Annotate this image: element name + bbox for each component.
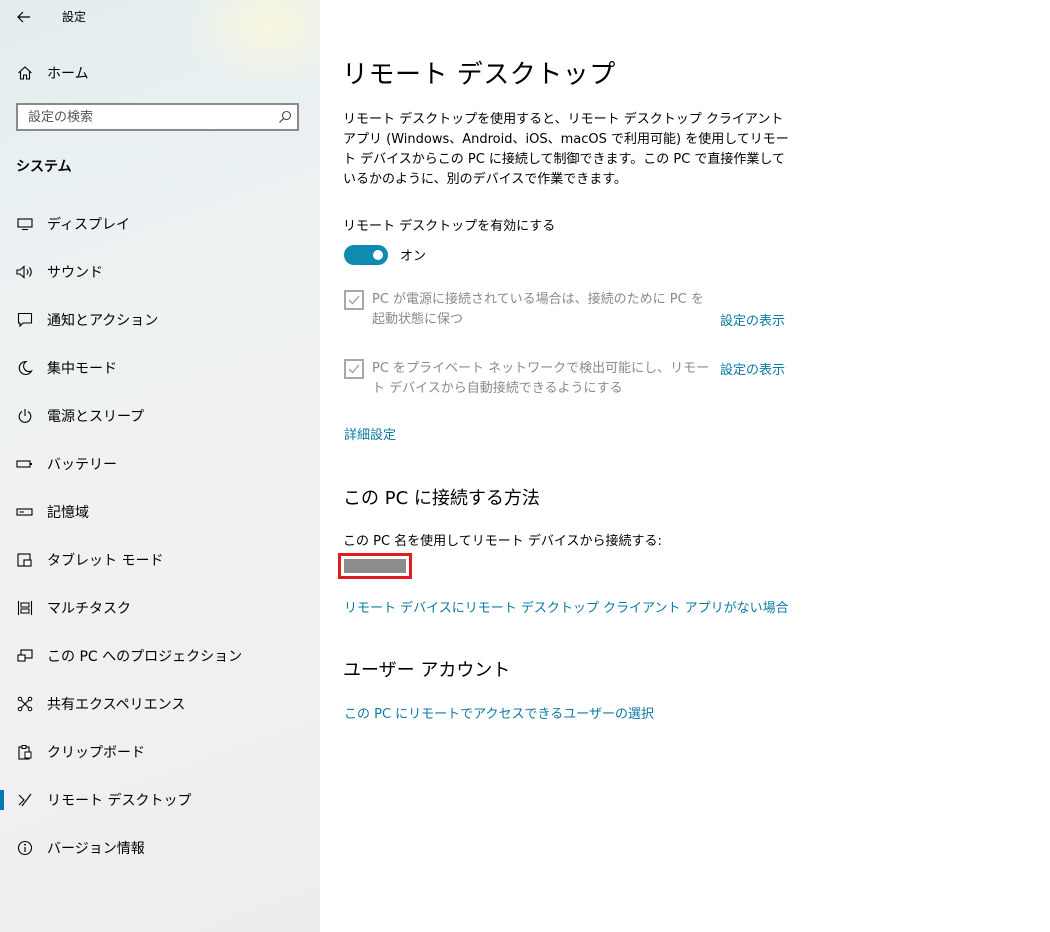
- info-icon: [16, 839, 34, 857]
- shared-experience-icon: [16, 695, 34, 713]
- toggle-state-label: オン: [400, 249, 427, 264]
- sidebar-item-display[interactable]: ディスプレイ: [0, 204, 320, 244]
- main-content: リモート デスクトップ リモート デスクトップを使用すると、リモート デスクトッ…: [320, 0, 1050, 932]
- battery-icon: [16, 455, 34, 473]
- sidebar-item-power[interactable]: 電源とスリープ: [0, 396, 320, 436]
- pc-name-highlight: [338, 553, 412, 579]
- search-icon[interactable]: [278, 110, 292, 124]
- search-input[interactable]: [18, 105, 268, 129]
- advanced-settings-link[interactable]: 詳細設定: [344, 424, 396, 443]
- pc-name-redacted: [344, 559, 406, 573]
- back-arrow-icon: [17, 11, 30, 23]
- back-button[interactable]: [10, 6, 38, 28]
- window-title: 設定: [62, 10, 87, 24]
- sidebar-item-shared-experiences[interactable]: 共有エクスペリエンス: [0, 684, 320, 724]
- sidebar-item-multitasking[interactable]: マルチタスク: [0, 588, 320, 628]
- sidebar-item-tablet-mode[interactable]: タブレット モード: [0, 540, 320, 580]
- remote-desktop-icon: [16, 791, 34, 809]
- no-client-app-link[interactable]: リモート デバイスにリモート デスクトップ クライアント アプリがない場合: [344, 597, 789, 616]
- sidebar-item-label: バージョン情報: [47, 841, 145, 857]
- sidebar-item-label: ホーム: [47, 66, 89, 82]
- sidebar-item-projection[interactable]: この PC へのプロジェクション: [0, 636, 320, 676]
- home-icon: [16, 64, 34, 82]
- sidebar-item-home[interactable]: ホーム: [0, 56, 320, 90]
- sidebar-item-battery[interactable]: バッテリー: [0, 444, 320, 484]
- tablet-icon: [16, 551, 34, 569]
- connect-heading: この PC に接続する方法: [343, 488, 540, 509]
- sidebar-item-notifications[interactable]: 通知とアクション: [0, 300, 320, 340]
- power-icon: [16, 407, 34, 425]
- sidebar-item-label: ディスプレイ: [47, 217, 131, 233]
- sidebar-item-label: 共有エクスペリエンス: [47, 697, 186, 713]
- sidebar-item-label: リモート デスクトップ: [47, 793, 192, 809]
- sidebar-item-label: 通知とアクション: [47, 313, 159, 329]
- display-icon: [16, 215, 34, 233]
- section-title: システム: [16, 159, 72, 175]
- discoverable-text: PC をプライベート ネットワークで検出可能にし、リモート デバイスから自動接続…: [372, 361, 710, 396]
- storage-icon: [16, 503, 34, 521]
- sidebar-item-label: サウンド: [47, 265, 103, 281]
- sidebar-item-label: 電源とスリープ: [47, 409, 145, 425]
- checkmark-icon: [348, 295, 360, 305]
- user-accounts-heading: ユーザー アカウント: [343, 660, 511, 681]
- connect-instruction: この PC 名を使用してリモート デバイスから接続する:: [343, 534, 662, 549]
- remote-desktop-toggle[interactable]: [344, 245, 388, 265]
- discoverable-checkbox[interactable]: [344, 359, 364, 379]
- select-users-link[interactable]: この PC にリモートでアクセスできるユーザーの選択: [344, 703, 654, 722]
- clipboard-icon: [16, 743, 34, 761]
- sidebar-item-remote-desktop[interactable]: リモート デスクトップ: [0, 780, 320, 820]
- sidebar-item-focus-assist[interactable]: 集中モード: [0, 348, 320, 388]
- sidebar-item-about[interactable]: バージョン情報: [0, 828, 320, 868]
- sound-icon: [16, 263, 34, 281]
- sidebar-item-label: この PC へのプロジェクション: [47, 649, 243, 665]
- sidebar-item-label: 記憶域: [47, 505, 89, 521]
- sidebar-item-sound[interactable]: サウンド: [0, 252, 320, 292]
- search-box[interactable]: [16, 103, 299, 131]
- title-bar: 設定: [0, 0, 320, 34]
- sidebar: 設定 ホーム システム ディスプレイ サウンド 通知とアクション: [0, 0, 320, 932]
- multitask-icon: [16, 599, 34, 617]
- sidebar-item-label: マルチタスク: [47, 601, 131, 617]
- keep-awake-settings-link[interactable]: 設定の表示: [720, 310, 785, 329]
- keep-awake-text: PC が電源に接続されている場合は、接続のために PC を起動状態に保つ: [372, 292, 704, 327]
- projection-icon: [16, 647, 34, 665]
- discoverable-settings-link[interactable]: 設定の表示: [720, 359, 785, 378]
- sidebar-item-label: タブレット モード: [47, 553, 164, 569]
- description-text: リモート デスクトップを使用すると、リモート デスクトップ クライアント アプリ…: [343, 112, 789, 187]
- moon-icon: [16, 359, 34, 377]
- sidebar-item-clipboard[interactable]: クリップボード: [0, 732, 320, 772]
- sidebar-item-label: バッテリー: [47, 457, 117, 473]
- sidebar-item-label: クリップボード: [47, 745, 145, 761]
- keep-awake-checkbox[interactable]: [344, 290, 364, 310]
- sidebar-item-label: 集中モード: [47, 361, 117, 377]
- notification-icon: [16, 311, 34, 329]
- checkmark-icon: [348, 364, 360, 374]
- toggle-label: リモート デスクトップを有効にする: [343, 219, 556, 234]
- page-title: リモート デスクトップ: [342, 60, 616, 90]
- toggle-knob: [373, 250, 383, 260]
- sidebar-item-storage[interactable]: 記憶域: [0, 492, 320, 532]
